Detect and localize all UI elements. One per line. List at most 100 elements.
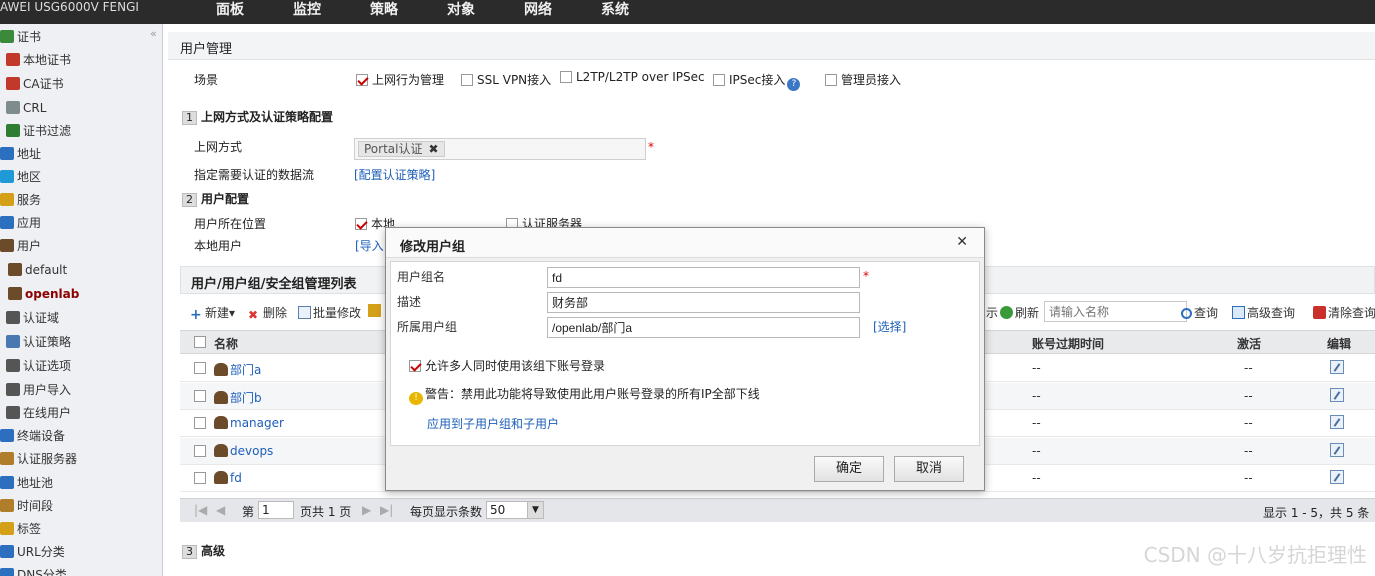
sidebar-collapse-icon[interactable]: « bbox=[150, 27, 157, 40]
menu-monitor[interactable]: 监控 bbox=[293, 0, 321, 24]
row-name-link[interactable]: 部门a bbox=[214, 361, 261, 378]
menu-object[interactable]: 对象 bbox=[447, 0, 475, 24]
sidebar-item[interactable]: CRL bbox=[6, 98, 46, 118]
sidebar-item[interactable]: URL分类 bbox=[0, 542, 65, 562]
row-name-link[interactable]: fd bbox=[214, 471, 242, 485]
tag-icon bbox=[0, 522, 14, 535]
location-local-checkbox[interactable] bbox=[355, 218, 367, 230]
help-icon[interactable]: ? bbox=[787, 78, 801, 91]
select-parent-link[interactable]: [选择] bbox=[873, 318, 906, 335]
scene-checkbox[interactable] bbox=[825, 74, 837, 86]
row-name-link[interactable]: 部门b bbox=[214, 389, 262, 406]
user-icon bbox=[8, 263, 22, 276]
import-link[interactable]: [导入 bbox=[355, 237, 384, 254]
row-edit-button[interactable] bbox=[1330, 442, 1344, 460]
first-page-icon[interactable]: |◀ bbox=[194, 503, 207, 517]
search-input[interactable] bbox=[1044, 301, 1187, 322]
last-page-icon[interactable]: ▶| bbox=[380, 503, 393, 517]
sidebar-item[interactable]: 证书 bbox=[0, 27, 41, 47]
scene-checkbox[interactable] bbox=[713, 74, 725, 86]
list-panel-title: 用户/用户组/安全组管理列表 bbox=[191, 277, 357, 292]
menu-policy[interactable]: 策略 bbox=[370, 0, 398, 24]
advanced-query-button[interactable]: 高级查询 bbox=[1232, 304, 1295, 321]
sidebar-item[interactable]: 应用 bbox=[0, 213, 41, 233]
prev-page-icon[interactable]: ◀ bbox=[216, 503, 225, 517]
query-button[interactable]: 查询 bbox=[1181, 304, 1218, 321]
menu-dashboard[interactable]: 面板 bbox=[216, 0, 244, 24]
group-name-input[interactable] bbox=[547, 267, 860, 288]
sidebar-item[interactable]: openlab bbox=[8, 284, 79, 304]
row-checkbox[interactable] bbox=[194, 389, 206, 402]
sidebar-item[interactable]: 标签 bbox=[0, 519, 41, 539]
sidebar-item[interactable]: 服务 bbox=[0, 190, 41, 210]
row-edit-button[interactable] bbox=[1330, 360, 1344, 377]
sidebar-item[interactable]: 在线用户 bbox=[6, 403, 71, 423]
row-checkbox[interactable] bbox=[194, 362, 206, 374]
row-name-link[interactable]: manager bbox=[214, 416, 284, 430]
scene-checkbox[interactable] bbox=[461, 74, 473, 86]
section-advanced-heading[interactable]: 3 高级 bbox=[182, 542, 225, 559]
scene-option-ipsec[interactable]: IPSec接入? bbox=[713, 71, 801, 91]
sidebar-item[interactable]: 地址 bbox=[0, 144, 41, 164]
access-mode-field[interactable]: Portal认证 ✖ bbox=[354, 138, 646, 160]
ok-button[interactable]: 确定 bbox=[814, 456, 884, 482]
menu-network[interactable]: 网络 bbox=[524, 0, 552, 24]
scene-option-admin[interactable]: 管理员接入 bbox=[825, 71, 901, 88]
page-number-input[interactable]: 1 bbox=[258, 501, 294, 519]
scene-option-web[interactable]: 上网行为管理 bbox=[356, 71, 444, 88]
scene-checkbox[interactable] bbox=[560, 71, 572, 83]
select-all-checkbox[interactable] bbox=[194, 336, 206, 348]
parent-group-input[interactable] bbox=[547, 317, 860, 338]
multi-login-checkbox[interactable] bbox=[409, 360, 421, 372]
scene-checkbox[interactable] bbox=[356, 74, 368, 86]
sidebar-item[interactable]: 认证选项 bbox=[6, 356, 71, 376]
new-button[interactable]: + 新建▾ bbox=[190, 304, 235, 322]
row-edit-button[interactable] bbox=[1330, 387, 1344, 405]
row-name-link[interactable]: devops bbox=[214, 443, 273, 458]
sidebar-item[interactable]: 认证策略 bbox=[6, 332, 71, 352]
next-page-icon[interactable]: ▶ bbox=[362, 503, 371, 517]
close-icon[interactable]: ✕ bbox=[956, 234, 968, 250]
column-name-header[interactable]: 名称 bbox=[214, 335, 238, 352]
batch-edit-button[interactable]: 批量修改 bbox=[298, 304, 361, 321]
page-title: 用户管理 bbox=[180, 42, 233, 57]
clear-query-button[interactable]: 清除查询 bbox=[1313, 304, 1375, 321]
row-checkbox[interactable] bbox=[194, 472, 206, 484]
column-expire-header[interactable]: 账号过期时间 bbox=[1032, 335, 1104, 352]
sidebar-item[interactable]: 认证服务器 bbox=[0, 449, 77, 469]
row-checkbox[interactable] bbox=[194, 417, 206, 429]
delete-button[interactable]: ✖ 删除 bbox=[248, 304, 287, 322]
sidebar-item[interactable]: 用户 bbox=[0, 236, 41, 256]
scene-option-l2tp[interactable]: L2TP/L2TP over IPSec bbox=[560, 70, 705, 84]
sidebar-item[interactable]: 地区 bbox=[0, 167, 41, 187]
sidebar-item-label: 地址池 bbox=[17, 476, 54, 490]
plus-icon: + bbox=[190, 307, 202, 323]
menu-system[interactable]: 系统 bbox=[601, 0, 629, 24]
sidebar-item[interactable]: CA证书 bbox=[6, 74, 64, 94]
config-auth-policy-link[interactable]: [配置认证策略] bbox=[354, 166, 435, 183]
sidebar-item[interactable]: 认证域 bbox=[6, 308, 59, 328]
sidebar-item[interactable]: 时间段 bbox=[0, 496, 53, 516]
sidebar-item[interactable]: 证书过滤 bbox=[6, 121, 71, 141]
sidebar-item[interactable]: DNS分类 bbox=[0, 565, 67, 576]
multi-login-option[interactable]: 允许多人同时使用该组下账号登录 bbox=[409, 357, 605, 374]
terminal-device-icon bbox=[0, 429, 14, 442]
row-edit-button[interactable] bbox=[1330, 415, 1344, 432]
sidebar-item[interactable]: 地址池 bbox=[0, 473, 53, 493]
row-checkbox[interactable] bbox=[194, 444, 206, 457]
sidebar-item[interactable]: 本地证书 bbox=[6, 50, 71, 70]
per-page-select[interactable]: 50 ▼ bbox=[486, 501, 544, 519]
token-remove-icon[interactable]: ✖ bbox=[428, 142, 438, 156]
row-edit-button[interactable] bbox=[1330, 470, 1344, 487]
description-input[interactable] bbox=[547, 292, 860, 313]
sidebar-item[interactable]: default bbox=[8, 260, 67, 280]
sidebar-item[interactable]: 用户导入 bbox=[6, 380, 71, 400]
column-active-header[interactable]: 激活 bbox=[1237, 335, 1261, 352]
refresh-button[interactable]: 刷新 bbox=[1000, 304, 1039, 321]
display-button[interactable]: 示 bbox=[986, 304, 998, 321]
apply-to-children-link[interactable]: 应用到子用户组和子用户 bbox=[427, 415, 559, 432]
toolbar-extra-icon[interactable] bbox=[368, 304, 383, 318]
cancel-button[interactable]: 取消 bbox=[894, 456, 964, 482]
scene-option-sslvpn[interactable]: SSL VPN接入 bbox=[461, 71, 551, 88]
sidebar-item[interactable]: 终端设备 bbox=[0, 426, 65, 446]
